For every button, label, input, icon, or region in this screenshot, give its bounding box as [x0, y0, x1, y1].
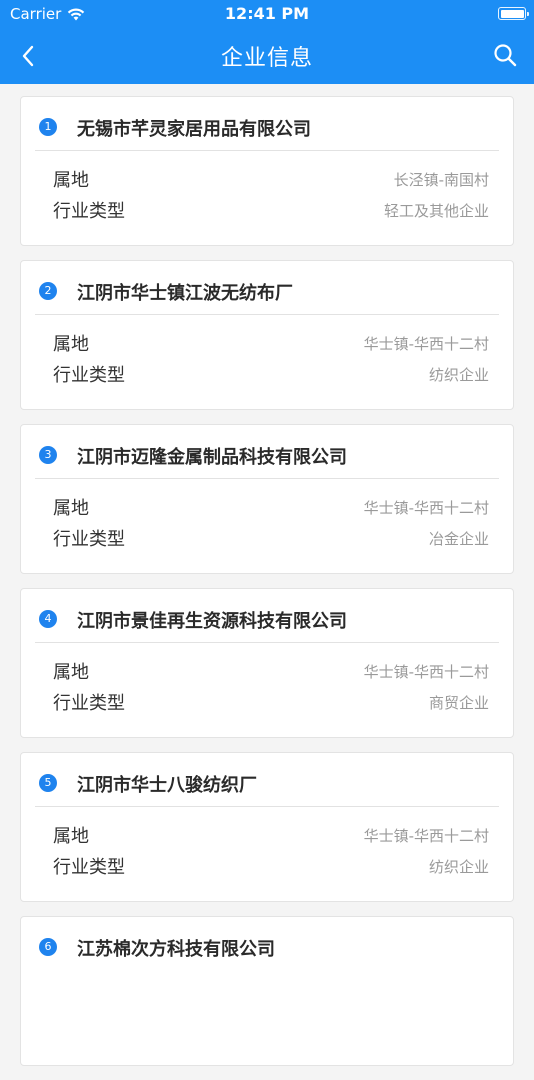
company-name: 无锡市芊灵家居用品有限公司	[77, 119, 311, 140]
location-label: 属地	[53, 662, 89, 683]
industry-value: 轻工及其他企业	[383, 201, 489, 220]
company-card-header: 5 江阴市华士八骏纺织厂	[21, 753, 513, 807]
company-name: 江阴市华士八骏纺织厂	[77, 775, 257, 796]
industry-value: 冶金企业	[428, 529, 489, 548]
industry-value: 纺织企业	[428, 365, 489, 384]
company-name: 江阴市景佳再生资源科技有限公司	[77, 611, 347, 632]
company-card-header: 1 无锡市芊灵家居用品有限公司	[21, 97, 513, 151]
industry-label: 行业类型	[53, 365, 125, 386]
location-value: 长泾镇-南国村	[393, 170, 489, 189]
company-card[interactable]: 6 江苏棉次方科技有限公司	[20, 916, 514, 1066]
location-value: 华士镇-华西十二村	[363, 334, 489, 353]
industry-row: 行业类型 纺织企业	[53, 854, 489, 878]
divider	[35, 806, 499, 807]
divider	[35, 150, 499, 151]
industry-value: 纺织企业	[428, 857, 489, 876]
company-card[interactable]: 5 江阴市华士八骏纺织厂 属地 华士镇-华西十二村 行业类型 纺织企业	[20, 752, 514, 902]
company-name: 江阴市华士镇江波无纺布厂	[77, 283, 293, 304]
location-row: 属地 华士镇-华西十二村	[53, 823, 489, 847]
index-badge: 1	[39, 118, 57, 136]
location-row: 属地 华士镇-华西十二村	[53, 495, 489, 519]
top-app-bar: Carrier 12:41 PM 企业信息	[0, 0, 534, 84]
industry-row: 行业类型 商贸企业	[53, 690, 489, 714]
index-badge: 4	[39, 610, 57, 628]
industry-value: 商贸企业	[428, 693, 489, 712]
industry-row: 行业类型 轻工及其他企业	[53, 198, 489, 222]
divider	[35, 314, 499, 315]
industry-label: 行业类型	[53, 529, 125, 550]
industry-label: 行业类型	[53, 693, 125, 714]
location-row: 属地 长泾镇-南国村	[53, 167, 489, 191]
index-badge: 5	[39, 774, 57, 792]
company-card-header: 6 江苏棉次方科技有限公司	[21, 917, 513, 971]
location-row: 属地 华士镇-华西十二村	[53, 331, 489, 355]
divider	[35, 642, 499, 643]
company-name: 江阴市迈隆金属制品科技有限公司	[77, 447, 347, 468]
location-row: 属地 华士镇-华西十二村	[53, 659, 489, 683]
status-time: 12:41 PM	[224, 4, 310, 23]
battery-icon	[498, 7, 529, 20]
company-list: 1 无锡市芊灵家居用品有限公司 属地 长泾镇-南国村 行业类型 轻工及其他企业 …	[20, 96, 514, 1080]
page-title: 企业信息	[220, 46, 313, 71]
location-value: 华士镇-华西十二村	[363, 498, 489, 517]
location-label: 属地	[53, 826, 89, 847]
index-badge: 3	[39, 446, 57, 464]
location-label: 属地	[53, 170, 89, 191]
company-card[interactable]: 4 江阴市景佳再生资源科技有限公司 属地 华士镇-华西十二村 行业类型 商贸企业	[20, 588, 514, 738]
location-label: 属地	[53, 334, 89, 355]
company-card[interactable]: 1 无锡市芊灵家居用品有限公司 属地 长泾镇-南国村 行业类型 轻工及其他企业	[20, 96, 514, 246]
navigation-bar: 企业信息	[0, 28, 534, 84]
location-value: 华士镇-华西十二村	[363, 662, 489, 681]
company-card-header: 4 江阴市景佳再生资源科技有限公司	[21, 589, 513, 643]
search-icon	[494, 44, 517, 67]
index-badge: 2	[39, 282, 57, 300]
divider	[35, 478, 499, 479]
industry-row: 行业类型 冶金企业	[53, 526, 489, 550]
company-card-header: 2 江阴市华士镇江波无纺布厂	[21, 261, 513, 315]
company-name: 江苏棉次方科技有限公司	[77, 939, 275, 960]
industry-row: 行业类型 纺织企业	[53, 362, 489, 386]
index-badge: 6	[39, 938, 57, 956]
industry-label: 行业类型	[53, 201, 125, 222]
company-card[interactable]: 2 江阴市华士镇江波无纺布厂 属地 华士镇-华西十二村 行业类型 纺织企业	[20, 260, 514, 410]
company-card[interactable]: 3 江阴市迈隆金属制品科技有限公司 属地 华士镇-华西十二村 行业类型 冶金企业	[20, 424, 514, 574]
company-card-header: 3 江阴市迈隆金属制品科技有限公司	[21, 425, 513, 479]
industry-label: 行业类型	[53, 857, 125, 878]
location-label: 属地	[53, 498, 89, 519]
location-value: 华士镇-华西十二村	[363, 826, 489, 845]
search-button[interactable]	[490, 40, 520, 70]
status-bar: Carrier 12:41 PM	[0, 0, 534, 28]
